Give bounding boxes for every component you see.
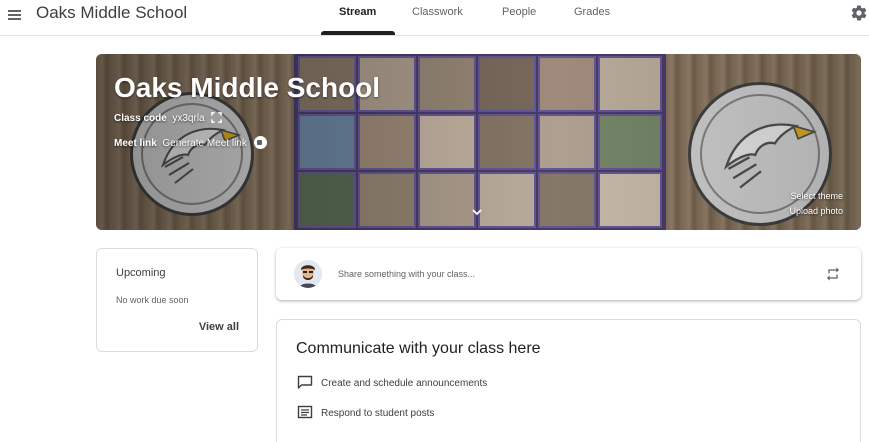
upcoming-empty-text: No work due soon: [116, 295, 189, 305]
upload-photo-link[interactable]: Upload photo: [789, 206, 843, 216]
tab-grades[interactable]: Grades: [574, 6, 610, 18]
tab-stream[interactable]: Stream: [339, 6, 376, 18]
meet-link-row: Meet link Generate Meet link: [114, 136, 267, 149]
active-tab-indicator: [321, 31, 395, 35]
gear-icon[interactable]: [850, 4, 868, 22]
tab-classwork[interactable]: Classwork: [412, 6, 463, 18]
communicate-item-announcements: Create and schedule announcements: [297, 375, 487, 389]
tab-people[interactable]: People: [502, 6, 536, 18]
avatar: [294, 260, 322, 288]
top-app-bar: Oaks Middle School Stream Classwork Peop…: [0, 0, 869, 36]
communicate-card: Communicate with your class here Create …: [276, 319, 861, 442]
message-list-icon: [297, 405, 313, 419]
class-code-label: Class code: [114, 113, 167, 124]
share-with-class-box[interactable]: Share something with your class...: [276, 248, 861, 300]
communicate-item-label: Create and schedule announcements: [321, 378, 488, 389]
fullscreen-icon[interactable]: [211, 112, 223, 123]
repost-icon[interactable]: [825, 266, 841, 282]
communicate-title: Communicate with your class here: [296, 340, 541, 357]
class-name-title: Oaks Middle School: [114, 72, 381, 103]
chevron-down-icon[interactable]: [471, 206, 483, 218]
generate-meet-link[interactable]: Generate Meet link: [162, 138, 247, 149]
class-code-row: Class code yx3qrla: [114, 112, 223, 124]
hamburger-menu-icon[interactable]: [6, 5, 26, 25]
upcoming-title: Upcoming: [116, 267, 166, 279]
select-theme-link[interactable]: Select theme: [790, 191, 843, 201]
communicate-item-label: Respond to student posts: [321, 408, 435, 419]
share-placeholder[interactable]: Share something with your class...: [338, 269, 475, 279]
class-code-value: yx3qrla: [172, 113, 205, 124]
class-banner: Oaks Middle School Class code yx3qrla Me…: [96, 54, 861, 230]
communicate-item-respond: Respond to student posts: [297, 405, 434, 419]
video-camera-icon[interactable]: [253, 136, 267, 149]
upcoming-card: Upcoming No work due soon View all: [96, 248, 258, 352]
chat-bubble-icon: [297, 375, 313, 389]
app-title[interactable]: Oaks Middle School: [36, 3, 187, 23]
view-all-link[interactable]: View all: [199, 321, 239, 333]
meet-link-label: Meet link: [114, 138, 157, 149]
